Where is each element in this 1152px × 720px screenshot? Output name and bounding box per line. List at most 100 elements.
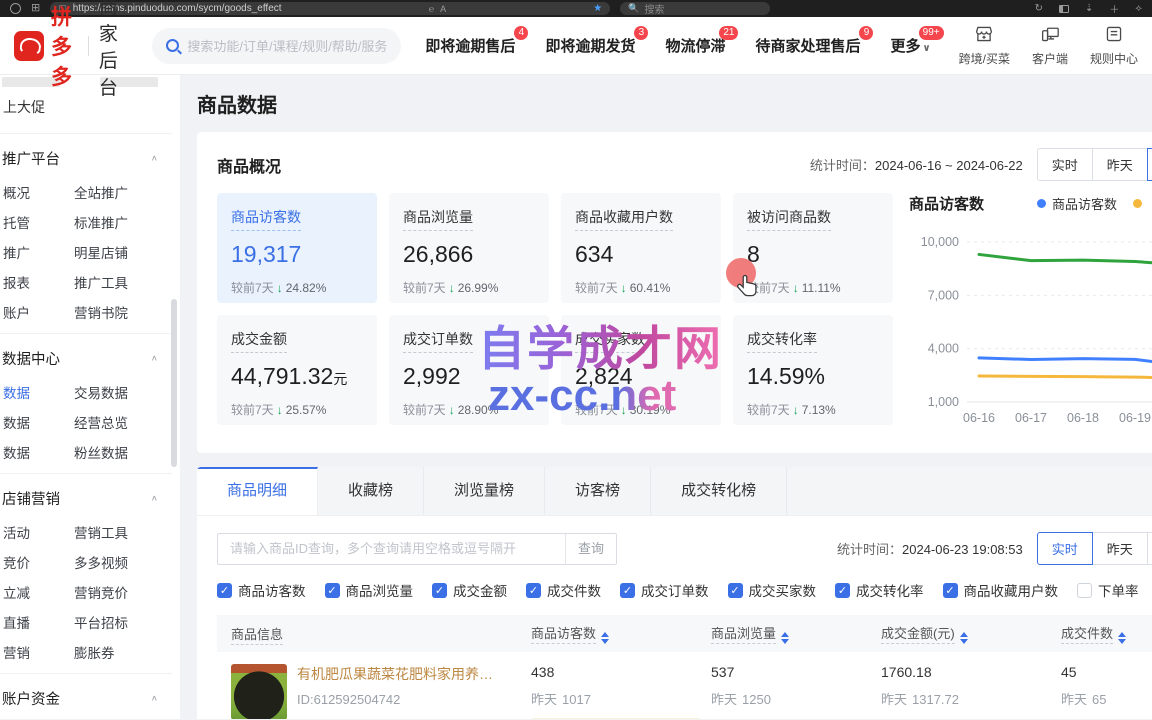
sidebar-item[interactable]: 托管 bbox=[0, 212, 74, 232]
checkbox-checked-icon[interactable]: ✓ bbox=[432, 583, 447, 598]
sidebar-item[interactable]: 膨胀券 bbox=[74, 642, 180, 662]
checkbox-checked-icon[interactable]: ✓ bbox=[526, 583, 541, 598]
tab-0[interactable]: 商品明细 bbox=[197, 467, 318, 515]
browser-workspaces-icon[interactable]: ⊞ bbox=[31, 3, 40, 14]
checkbox-checked-icon[interactable]: ✓ bbox=[943, 583, 958, 598]
range-button-7天[interactable]: 7天 bbox=[1147, 148, 1152, 181]
nav-item-4[interactable]: 更多∨99+ bbox=[890, 35, 930, 56]
sidebar-item[interactable]: 平台招标 bbox=[74, 612, 180, 632]
sidebar-item[interactable]: 粉丝数据 bbox=[74, 442, 180, 462]
sidebar-section-2[interactable]: 店铺营销∧ bbox=[0, 480, 180, 517]
metric-checkbox-6[interactable]: ✓成交转化率 bbox=[835, 580, 924, 600]
query-button[interactable]: 查询 bbox=[565, 534, 616, 564]
tab-4[interactable]: 成交转化榜 bbox=[651, 467, 787, 515]
product-title-link[interactable]: 有机肥瓜果蔬菜花肥料家用养花植... bbox=[297, 664, 497, 684]
metric-checkbox-0[interactable]: ✓商品访客数 bbox=[217, 580, 306, 600]
sidebar-section-1[interactable]: 数据中心∧ bbox=[0, 340, 180, 377]
stat-card-7[interactable]: 成交转化率14.59%较前7天↓7.13% bbox=[733, 315, 893, 425]
checkbox-checked-icon[interactable]: ✓ bbox=[325, 583, 340, 598]
more-tools-icon[interactable]: ⟡ bbox=[1135, 3, 1142, 14]
column-header-2[interactable]: 商品浏览量 bbox=[697, 615, 867, 652]
split-screen-icon[interactable] bbox=[1059, 5, 1069, 13]
metric-checkbox-4[interactable]: ✓成交订单数 bbox=[620, 580, 709, 600]
sidebar-item-top[interactable]: 上大促 bbox=[0, 87, 180, 127]
sidebar-item[interactable]: 交易数据 bbox=[74, 382, 180, 402]
sort-icon[interactable] bbox=[960, 632, 968, 644]
pinduoduo-logo-text[interactable]: 拼多多 bbox=[51, 1, 78, 91]
sidebar-scrollbar[interactable] bbox=[171, 299, 177, 467]
metric-checkbox-1[interactable]: ✓商品浏览量 bbox=[325, 580, 414, 600]
range-button-实时[interactable]: 实时 bbox=[1037, 148, 1093, 181]
tab-2[interactable]: 浏览量榜 bbox=[424, 467, 545, 515]
metric-checkbox-8[interactable]: 下单率 bbox=[1077, 580, 1139, 600]
sort-icon[interactable] bbox=[1118, 632, 1126, 644]
browser-search-box[interactable]: 🔍 搜索 bbox=[620, 2, 770, 15]
stat-card-4[interactable]: 成交金额44,791.32元较前7天↓25.57% bbox=[217, 315, 377, 425]
extensions-add-icon[interactable]: ＋ bbox=[1109, 1, 1119, 16]
sidebar-item[interactable]: 多多视频 bbox=[74, 552, 180, 572]
sidebar-item[interactable]: 营销竞价 bbox=[74, 582, 180, 602]
stat-card-1[interactable]: 商品浏览量26,866较前7天↓26.99% bbox=[389, 193, 549, 303]
sidebar-item[interactable]: 数据 bbox=[0, 412, 74, 432]
bookmark-star-icon[interactable]: ★ bbox=[593, 3, 602, 14]
sidebar-item[interactable]: 报表 bbox=[0, 272, 74, 292]
stat-card-6[interactable]: 成交买家数2,824较前7天↓30.19% bbox=[561, 315, 721, 425]
column-header-1[interactable]: 商品访客数 bbox=[517, 615, 697, 652]
sidebar-item[interactable]: 推广工具 bbox=[74, 272, 180, 292]
promo-bid-chip[interactable]: 以¥0.5~49.0报名同款竞价 bbox=[531, 718, 701, 719]
sidebar-item[interactable]: 经营总览 bbox=[74, 412, 180, 432]
sidebar-item[interactable]: 营销书院 bbox=[74, 302, 180, 322]
tab-1[interactable]: 收藏榜 bbox=[318, 467, 424, 515]
sidebar-item[interactable]: 活动 bbox=[0, 522, 74, 542]
header-tool-2[interactable]: 规则中心 bbox=[1090, 25, 1138, 67]
media-icon[interactable]: ℮ bbox=[429, 4, 434, 14]
tab-3[interactable]: 访客榜 bbox=[545, 467, 651, 515]
header-tool-0[interactable]: 跨境/买菜 bbox=[959, 25, 1010, 67]
stat-card-2[interactable]: 商品收藏用户数634较前7天↓60.41% bbox=[561, 193, 721, 303]
stat-card-0[interactable]: 商品访客数19,317较前7天↓24.82% bbox=[217, 193, 377, 303]
pinduoduo-logo-icon[interactable] bbox=[14, 31, 44, 61]
sort-icon[interactable] bbox=[601, 632, 609, 644]
sidebar-item[interactable]: 营销工具 bbox=[74, 522, 180, 542]
sort-icon[interactable] bbox=[781, 632, 789, 644]
checkbox-checked-icon[interactable]: ✓ bbox=[835, 583, 850, 598]
checkbox-unchecked-icon[interactable] bbox=[1077, 583, 1092, 598]
header-tool-1[interactable]: 客户端 bbox=[1032, 25, 1068, 67]
goods-id-input[interactable] bbox=[218, 534, 565, 564]
legend-item-0[interactable]: 商品访客数 bbox=[1037, 194, 1117, 213]
range-button-昨天[interactable]: 昨天 bbox=[1092, 148, 1148, 181]
range-button-实时[interactable]: 实时 bbox=[1037, 532, 1093, 565]
column-header-4[interactable]: 成交件数 bbox=[1047, 615, 1152, 652]
sidebar-item[interactable]: 立减 bbox=[0, 582, 74, 602]
sidebar-item[interactable]: 账户 bbox=[0, 302, 74, 322]
metric-checkbox-7[interactable]: ✓商品收藏用户数 bbox=[943, 580, 1059, 600]
sidebar-item[interactable]: 推广 bbox=[0, 242, 74, 262]
nav-item-3[interactable]: 待商家处理售后9 bbox=[755, 35, 860, 56]
sidebar-item[interactable]: 明星店铺 bbox=[74, 242, 180, 262]
sidebar-item[interactable]: 竞价 bbox=[0, 552, 74, 572]
sidebar-item[interactable]: 营销 bbox=[0, 642, 74, 662]
browser-reload-icon[interactable] bbox=[10, 3, 21, 14]
metric-checkbox-5[interactable]: ✓成交买家数 bbox=[728, 580, 817, 600]
sync-icon[interactable]: ↻ bbox=[1035, 3, 1043, 14]
checkbox-checked-icon[interactable]: ✓ bbox=[217, 583, 232, 598]
sidebar-item[interactable]: 概况 bbox=[0, 182, 74, 202]
nav-item-0[interactable]: 即将逾期售后4 bbox=[425, 35, 515, 56]
nav-item-1[interactable]: 即将逾期发货3 bbox=[545, 35, 635, 56]
nav-item-2[interactable]: 物流停滞21 bbox=[665, 35, 725, 56]
range-button-昨天[interactable]: 昨天 bbox=[1092, 532, 1148, 565]
sidebar-section-3[interactable]: 账户资金∧ bbox=[0, 680, 180, 717]
stat-card-5[interactable]: 成交订单数2,992较前7天↓28.90% bbox=[389, 315, 549, 425]
sidebar-item[interactable]: 直播 bbox=[0, 612, 74, 632]
sidebar-item[interactable]: 标准推广 bbox=[74, 212, 180, 232]
sidebar-section-0[interactable]: 推广平台∧ bbox=[0, 140, 180, 177]
accessibility-icon[interactable]: A bbox=[440, 4, 446, 14]
product-image[interactable] bbox=[231, 664, 287, 719]
checkbox-checked-icon[interactable]: ✓ bbox=[728, 583, 743, 598]
checkbox-checked-icon[interactable]: ✓ bbox=[620, 583, 635, 598]
metric-checkbox-2[interactable]: ✓成交金额 bbox=[432, 580, 507, 600]
sidebar-item[interactable]: 数据 bbox=[0, 442, 74, 462]
metric-checkbox-3[interactable]: ✓成交件数 bbox=[526, 580, 601, 600]
download-icon[interactable]: ⇣ bbox=[1085, 3, 1093, 14]
stat-card-3[interactable]: 被访问商品数8较前7天↓11.11% bbox=[733, 193, 893, 303]
